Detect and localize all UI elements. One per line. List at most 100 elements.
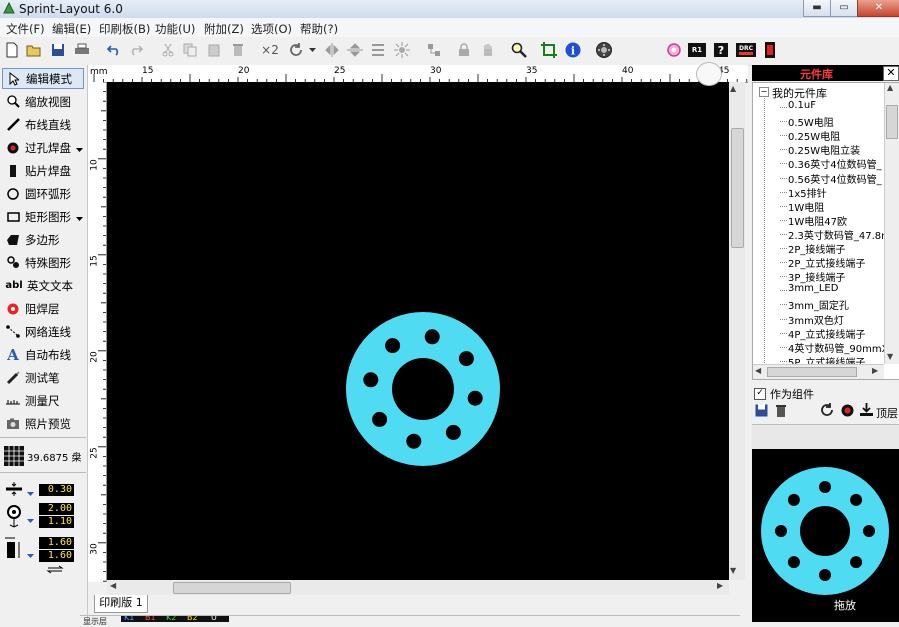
open-folder-icon[interactable] [24,40,44,60]
menu-edit[interactable]: 编辑(E) [52,21,91,37]
tool-test-pen[interactable]: 测试笔 [2,367,84,388]
redo-icon[interactable] [126,40,146,60]
tab-board-1[interactable]: 印刷版 1 [94,595,148,613]
mirror-horizontal-icon[interactable] [322,40,342,60]
library-item[interactable]: 0.36英寸4位数码管_ [788,156,882,171]
explode-icon[interactable] [392,40,412,60]
canvas-vertical-scrollbar[interactable]: ▲ ▼ [729,82,745,580]
library-rotate-icon[interactable] [820,403,834,420]
chevron-down-icon[interactable] [27,513,34,526]
smd-width-input[interactable]: 1.60 [39,537,74,549]
settings-gear-icon[interactable] [594,40,614,60]
top-layer-label[interactable]: 顶层 [876,405,898,421]
tool-smd-pad[interactable]: 贴片焊盘 [2,160,84,181]
library-item[interactable]: 0.1uF [788,100,816,111]
library-tree[interactable]: − 我的元件库 0.1uF 0.5W电阻 0.25W电阻 0.25W电阻立装 0.36英… [752,82,899,380]
library-item[interactable]: 0.56英寸4位数码管_ [788,171,882,186]
library-horizontal-scrollbar[interactable]: ◀ ▶ [753,364,884,379]
scroll-left-icon[interactable]: ◀ [755,366,761,375]
library-item[interactable]: 2.3英寸数码管_47.8m [788,227,891,242]
scroll-thumb[interactable] [886,105,898,139]
track-width-input[interactable]: 0.30 [39,484,74,496]
zoom-fit-icon[interactable] [539,40,559,60]
menu-help[interactable]: 帮助(?) [300,21,338,37]
library-import-icon[interactable] [860,403,873,420]
checkbox-icon[interactable]: ✓ [754,388,766,400]
smd-size-icon[interactable] [4,536,24,563]
library-item[interactable]: 0.25W电阻立装 [788,142,860,157]
close-button[interactable]: ✕ [857,0,899,17]
library-vertical-scrollbar[interactable]: ▲ ▼ [884,83,899,364]
library-save-icon[interactable] [755,404,768,420]
grid-selector[interactable]: 39.6875 㭧 [4,446,82,466]
align-icon[interactable] [368,40,388,60]
tool-zoom-view[interactable]: 缩放视图 [2,91,84,112]
library-item[interactable]: 4英寸数码管_90mmX1 [788,340,895,355]
library-item[interactable]: 2P_立式接线端子 [788,255,865,270]
tool-via-pad[interactable]: 过孔焊盘 [2,137,84,158]
tool-edit-mode[interactable]: 编辑模式 [2,68,84,89]
layer-r1-icon[interactable]: R1 [686,40,708,60]
library-close-icon[interactable]: ✕ [883,66,899,81]
scroll-thumb[interactable] [731,128,744,248]
help-question-icon[interactable]: ? [710,40,732,60]
pink-dot-icon[interactable] [664,40,684,60]
component-red-icon[interactable] [760,40,780,60]
menu-functions[interactable]: 功能(U) [155,21,195,37]
component-preview[interactable]: 拖放 [752,449,899,622]
copy-icon[interactable] [180,40,200,60]
tool-autoroute[interactable]: A 自动布线 [2,344,84,365]
scroll-thumb[interactable] [173,582,291,594]
tool-netlist[interactable]: 网络连线 [2,321,84,342]
chevron-down-icon[interactable] [76,210,83,224]
scroll-down-icon[interactable]: ▼ [730,566,736,575]
tool-circle-arc[interactable]: 圆环弧形 [2,183,84,204]
lock-icon[interactable] [454,40,474,60]
library-item[interactable]: 3P_接线端子 [788,269,845,284]
chevron-down-icon[interactable] [27,486,34,499]
library-item[interactable]: 1W电阻47欧 [788,213,847,228]
tool-special-shape[interactable]: 特殊图形 [2,252,84,273]
library-item[interactable]: 4P_立式接线端子 [788,326,865,341]
paste-icon[interactable] [204,40,224,60]
tool-rectangle[interactable]: 矩形图形 [2,206,84,227]
scroll-down-icon[interactable]: ▼ [887,352,893,361]
tool-polygon[interactable]: 多边形 [2,229,84,250]
rotate-dropdown-icon[interactable] [306,40,318,60]
menu-file[interactable]: 文件(F) [6,21,45,37]
rotate-icon[interactable] [286,40,306,60]
delete-icon[interactable] [228,40,248,60]
library-item[interactable]: 3mm_LED [788,283,838,294]
tool-photo-preview[interactable]: 照片预览 [2,413,84,434]
search-icon[interactable] [509,40,529,60]
swap-icon[interactable] [46,564,64,577]
library-item[interactable]: 1x5排针 [788,185,827,200]
hand-icon[interactable] [478,40,498,60]
pad-inner-input[interactable]: 1.10 [39,516,74,528]
tool-solder-mask[interactable]: 阻焊层 [2,298,84,319]
menu-options[interactable]: 选项(O) [251,21,292,37]
minimize-button[interactable]: ▬ [803,0,831,17]
tool-text[interactable]: abl 英文文本 [2,275,84,296]
chevron-down-icon[interactable] [76,141,83,155]
scroll-left-icon[interactable]: ◀ [110,581,116,590]
scroll-thumb[interactable] [767,367,857,377]
scroll-up-icon[interactable]: ▲ [730,84,736,93]
smd-height-input[interactable]: 1.60 [39,550,74,562]
pad-outer-input[interactable]: 2.00 [39,503,74,515]
save-icon[interactable] [48,40,68,60]
pcb-canvas[interactable] [107,62,729,580]
menu-extras[interactable]: 附加(Z) [204,21,244,37]
maximize-button[interactable]: ▭ [830,0,858,17]
canvas-horizontal-scrollbar[interactable]: ◀ ▶ [107,580,729,595]
tool-measure[interactable]: 测量尺 [2,390,84,411]
library-layer-dot-icon[interactable] [841,404,854,420]
layer-k2[interactable]: K2 [166,616,176,622]
group-icon[interactable] [424,40,444,60]
new-file-icon[interactable] [2,40,22,60]
layer-u[interactable]: U [211,616,217,622]
flange-component[interactable] [346,312,500,466]
scroll-right-icon[interactable]: ▶ [872,366,878,375]
print-icon[interactable] [72,40,92,60]
library-delete-icon[interactable] [775,404,787,420]
